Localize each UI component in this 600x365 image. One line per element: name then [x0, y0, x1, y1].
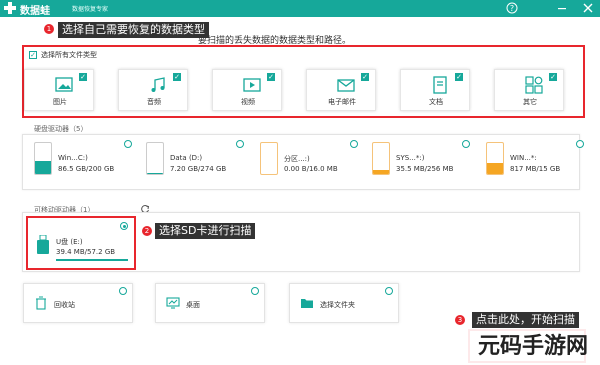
location-label: 选择文件夹 [320, 301, 355, 309]
usb-icon [37, 235, 49, 254]
drive-icon [260, 142, 278, 175]
location-desktop[interactable]: 桌面 [155, 283, 265, 323]
usage-fill [147, 173, 163, 174]
close-icon [583, 3, 593, 13]
document-icon [433, 76, 447, 94]
usb-radio[interactable] [120, 222, 128, 230]
drive-d[interactable]: Data (D:) 7.20 GB/274 GB [146, 140, 246, 180]
app-title: 数据蛙 [20, 6, 50, 17]
drive-name: 分区...:) [284, 155, 310, 163]
select-all-label: 选择所有文件类型 [41, 51, 97, 59]
type-label: 电子邮件 [328, 98, 356, 106]
drive-icon [486, 142, 504, 175]
watermark: 元码手游网 [466, 328, 600, 365]
drive-size: 35.5 MB/256 MB [396, 165, 454, 173]
checkbox-icon: ✓ [549, 73, 557, 81]
title-bar: 数据蛙 数据恢复专家 ? [0, 0, 600, 17]
minimize-button[interactable] [556, 2, 568, 14]
location-label: 桌面 [186, 301, 200, 309]
usb-selected-underline [56, 259, 128, 261]
drive-name: WIN...*: [510, 154, 537, 162]
email-icon [337, 79, 355, 92]
other-icon [525, 76, 543, 94]
app-subtitle: 数据恢复专家 [72, 6, 109, 13]
step2-callout: 选择SD卡进行扫描 [155, 223, 256, 239]
image-icon [55, 77, 73, 92]
drive-name: Win...C:) [58, 154, 88, 162]
select-all-checkbox[interactable]: ✓ 选择所有文件类型 [29, 50, 97, 60]
help-icon: ? [506, 2, 518, 14]
folder-icon [301, 299, 313, 308]
checkbox-icon: ✓ [173, 73, 181, 81]
type-label: 图片 [53, 98, 67, 106]
type-label: 视频 [241, 98, 255, 106]
checkbox-icon: ✓ [79, 73, 87, 81]
drive-radio[interactable] [124, 140, 132, 148]
drive-name: Data (D:) [170, 154, 203, 162]
usage-fill [487, 163, 503, 174]
checkbox-icon: ✓ [267, 73, 275, 81]
recycle-bin-icon [36, 296, 46, 310]
help-button[interactable]: ? [506, 2, 518, 14]
svg-text:?: ? [510, 4, 514, 13]
type-label: 文档 [429, 98, 443, 106]
drive-size: 7.20 GB/274 GB [170, 165, 227, 173]
usb-name: U盘 (E:) [56, 238, 83, 246]
type-card-video[interactable]: ✓ 视频 [212, 69, 282, 111]
drive-icon [372, 142, 390, 175]
drive-size: 0.00 B/16.0 MB [284, 165, 338, 173]
checkbox-icon: ✓ [455, 73, 463, 81]
drive-icon [146, 142, 164, 175]
drive-icon [34, 142, 52, 175]
location-radio[interactable] [119, 287, 127, 295]
type-card-document[interactable]: ✓ 文档 [400, 69, 470, 111]
step3-callout: 点击此处，开始扫描 [472, 312, 579, 328]
drive-radio[interactable] [462, 140, 470, 148]
type-label: 其它 [523, 98, 537, 106]
location-radio[interactable] [385, 287, 393, 295]
location-label: 回收站 [54, 301, 75, 309]
drive-size: 817 MB/15 GB [510, 165, 561, 173]
step2-badge: 2 [142, 226, 152, 236]
checkbox-icon: ✓ [361, 73, 369, 81]
step3-badge: 3 [455, 315, 465, 325]
audio-icon [151, 77, 165, 92]
minimize-icon [558, 8, 566, 10]
drive-radio[interactable] [236, 140, 244, 148]
usb-size: 39.4 MB/57.2 GB [56, 248, 116, 256]
drive-partition[interactable]: 分区...:) 0.00 B/16.0 MB [260, 140, 360, 180]
logo-icon [4, 2, 16, 14]
close-button[interactable] [582, 2, 594, 14]
usb-drive-e[interactable]: U盘 (E:) 39.4 MB/57.2 GB [28, 218, 134, 268]
drive-radio[interactable] [350, 140, 358, 148]
type-card-other[interactable]: ✓ 其它 [494, 69, 564, 111]
drive-radio[interactable] [576, 140, 584, 148]
hard-drives-title: 硬盘驱动器（5） [34, 125, 88, 133]
type-label: 音频 [147, 98, 161, 106]
type-card-audio[interactable]: ✓ 音频 [118, 69, 188, 111]
location-radio[interactable] [251, 287, 259, 295]
usage-fill [35, 160, 51, 174]
location-select-folder[interactable]: 选择文件夹 [289, 283, 399, 323]
drive-name: SYS...*:) [396, 154, 425, 162]
usage-fill [373, 169, 389, 174]
drive-sys[interactable]: SYS...*:) 35.5 MB/256 MB [372, 140, 472, 180]
drive-c[interactable]: Win...C:) 86.5 GB/200 GB [34, 140, 134, 180]
type-card-image[interactable]: ✓ 图片 [24, 69, 94, 111]
drive-size: 86.5 GB/200 GB [58, 165, 115, 173]
step1-callout: 选择自己需要恢复的数据类型 [58, 22, 209, 38]
desktop-icon [166, 297, 180, 309]
video-icon [243, 78, 261, 92]
drive-win[interactable]: WIN...*: 817 MB/15 GB [486, 140, 586, 180]
type-card-email[interactable]: ✓ 电子邮件 [306, 69, 376, 111]
checkbox-icon: ✓ [29, 51, 37, 59]
location-recycle-bin[interactable]: 回收站 [23, 283, 133, 323]
step1-badge: 1 [44, 24, 54, 34]
